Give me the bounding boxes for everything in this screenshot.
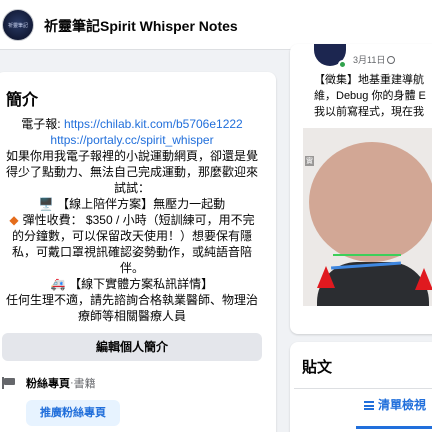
divider <box>294 388 432 389</box>
fan-page-label: 粉絲專頁 <box>26 378 70 390</box>
flag-icon <box>2 377 16 389</box>
online-plan-text: 【線上陪伴方案】無壓力一起動 <box>57 197 226 211</box>
red-arrow-icon <box>415 268 432 290</box>
page-title[interactable]: 祈靈筆記Spirit Whisper Notes <box>44 16 238 36</box>
globe-icon <box>387 56 396 64</box>
blurred-face <box>309 142 432 262</box>
online-plan-line: 🖥️ 【線上陪伴方案】無壓力一起動 <box>4 196 260 212</box>
post-text: 【徵集】地基重建導航 維，Debug 你的身體 E 我以前寫程式，現在我 <box>314 72 432 120</box>
ambulance-icon: 🚑 <box>50 277 66 291</box>
offline-plan-text: 【線下實體方案私訊詳情】 <box>69 277 214 291</box>
image-badge: 實 <box>305 156 314 166</box>
posts-title: 貼文 <box>302 359 333 376</box>
page-header: 祈靈筆記 祈靈筆記Spirit Whisper Notes <box>0 0 432 50</box>
page-category[interactable]: 書籍 <box>74 375 96 391</box>
bio-paragraph: 如果你用我電子報裡的小說運動網頁，卻還是覺得少了點動力、無法自己完成運動，那麼歡… <box>5 149 258 195</box>
image-guide-line <box>333 254 401 256</box>
newsletter-link[interactable]: https://chilab.kit.com/b5706e1222 <box>64 117 243 131</box>
disclaimer-text: 任何生理不適，請先諮詢合格執業醫師、物理治療師等相關醫療人員 <box>5 293 258 323</box>
newsletter-label: 電子報: <box>21 117 64 131</box>
post-text-line: 我以前寫程式，現在我 <box>314 106 424 118</box>
post-image[interactable]: 實 <box>303 128 432 306</box>
list-view-tab[interactable]: 清單檢視 <box>364 396 426 413</box>
intro-bio: 電子報: https://chilab.kit.com/b5706e1222 h… <box>4 116 260 324</box>
edit-bio-button[interactable]: 編輯個人簡介 <box>2 333 262 361</box>
promote-page-button[interactable]: 推廣粉絲專頁 <box>26 400 120 426</box>
post-text-line: 維，Debug 你的身體 E <box>314 90 426 102</box>
list-view-label: 清單檢視 <box>378 398 427 412</box>
red-arrow-icon <box>317 266 335 288</box>
fee-line: ◆ 彈性收費： $350 / 小時（短訓練可，用不完的分鐘數，可以保留改天使用！）… <box>4 212 260 276</box>
portaly-link[interactable]: https://portaly.cc/spirit_whisper <box>50 133 213 147</box>
page-avatar[interactable]: 祈靈筆記 <box>2 9 34 41</box>
post-date[interactable]: 3月11日 <box>353 53 396 66</box>
page-category-row: 粉絲專頁 · 書籍 <box>2 375 96 391</box>
post-date-text: 3月11日 <box>353 55 386 65</box>
intro-title: 簡介 <box>6 92 39 109</box>
diamond-icon: ◆ <box>9 213 19 227</box>
offline-plan-line: 🚑 【線下實體方案私訊詳情】 <box>4 276 260 292</box>
avatar-text: 祈靈筆記 <box>7 22 28 29</box>
online-status-icon <box>338 60 347 69</box>
post-text-line: 【徵集】地基重建導航 <box>314 74 424 86</box>
newsletter-line: 電子報: https://chilab.kit.com/b5706e1222 <box>4 116 260 132</box>
monitor-icon: 🖥️ <box>38 197 54 211</box>
active-tab-indicator <box>356 426 432 429</box>
fee-text: 彈性收費： $350 / 小時（短訓練可，用不完的分鐘數，可以保留改天使用！）想… <box>11 213 255 275</box>
list-icon <box>364 401 374 410</box>
